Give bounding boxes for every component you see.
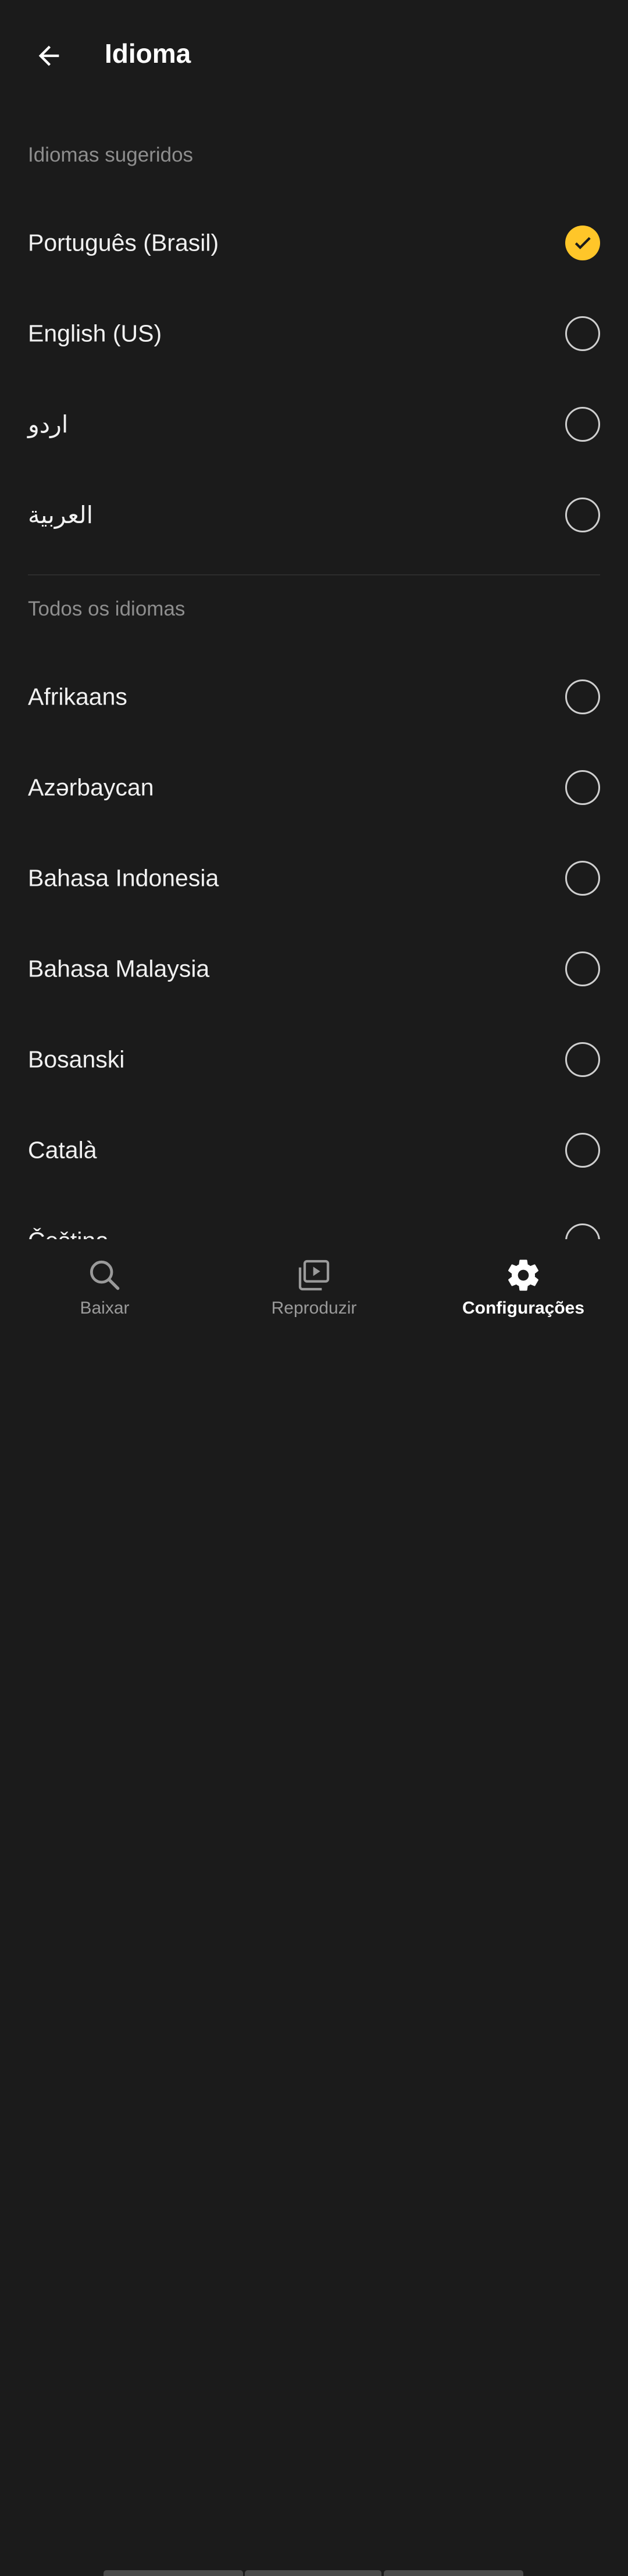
nav-label: Baixar [80, 1298, 130, 1318]
radio-unselected[interactable] [565, 1223, 600, 1239]
nav-label: Configurações [462, 1298, 585, 1318]
language-item-urdu[interactable]: اردو [0, 379, 628, 470]
language-label: العربية [28, 502, 94, 528]
radio-unselected[interactable] [565, 951, 600, 986]
language-item-bahasa-malaysia[interactable]: Bahasa Malaysia [0, 924, 628, 1014]
language-item-catala[interactable]: Català [0, 1105, 628, 1196]
language-label: اردو [28, 411, 69, 438]
language-label: Azərbaycan [28, 774, 154, 801]
language-label: Bahasa Indonesia [28, 864, 219, 892]
radio-selected[interactable] [565, 226, 600, 260]
language-label: Português (Brasil) [28, 229, 219, 256]
radio-unselected[interactable] [565, 770, 600, 805]
radio-unselected[interactable] [565, 316, 600, 351]
language-item-arabic[interactable]: العربية [0, 470, 628, 560]
language-item-bosanski[interactable]: Bosanski [0, 1014, 628, 1105]
language-label: Afrikaans [28, 683, 127, 710]
nav-item-baixar[interactable]: Baixar [47, 1239, 163, 1337]
gesture-bar-segment [384, 2570, 523, 2576]
nav-item-reproduzir[interactable]: Reproduzir [256, 1239, 372, 1337]
language-item-cestina[interactable]: Čeština [0, 1196, 628, 1239]
language-item-bahasa-indonesia[interactable]: Bahasa Indonesia [0, 833, 628, 924]
language-item-azerbaycan[interactable]: Azərbaycan [0, 742, 628, 833]
language-label: Bahasa Malaysia [28, 955, 210, 982]
back-button[interactable] [23, 30, 74, 81]
nav-item-configuracoes[interactable]: Configurações [454, 1239, 593, 1337]
section-header-all: Todos os idiomas [28, 598, 185, 620]
gear-icon [505, 1257, 542, 1294]
gesture-bar-segment [104, 2570, 243, 2576]
section-header-suggested: Idiomas sugeridos [28, 144, 194, 166]
radio-unselected[interactable] [565, 1133, 600, 1168]
nav-label: Reproduzir [271, 1298, 357, 1318]
page-title: Idioma [105, 38, 191, 69]
language-item-english-us[interactable]: English (US) [0, 288, 628, 379]
language-item-portugues-brasil[interactable]: Português (Brasil) [0, 198, 628, 288]
radio-unselected[interactable] [565, 498, 600, 532]
radio-unselected[interactable] [565, 679, 600, 714]
language-label: Čeština [28, 1228, 109, 1240]
radio-unselected[interactable] [565, 1042, 600, 1077]
language-label: Català [28, 1136, 97, 1164]
bottom-navigation: Baixar Reproduzir Configurações [0, 1239, 628, 2576]
gesture-bar-segment [245, 2570, 381, 2576]
radio-unselected[interactable] [565, 407, 600, 442]
search-icon [86, 1257, 123, 1294]
app-bar: Idioma [0, 0, 628, 108]
language-label: English (US) [28, 320, 162, 347]
arrow-left-icon [38, 45, 59, 66]
checkmark-icon [575, 237, 591, 249]
language-list[interactable]: Idiomas sugeridos Português (Brasil) Eng… [0, 108, 628, 1239]
play-library-icon [295, 1257, 333, 1294]
language-item-afrikaans[interactable]: Afrikaans [0, 652, 628, 742]
radio-unselected[interactable] [565, 861, 600, 896]
language-label: Bosanski [28, 1046, 125, 1073]
